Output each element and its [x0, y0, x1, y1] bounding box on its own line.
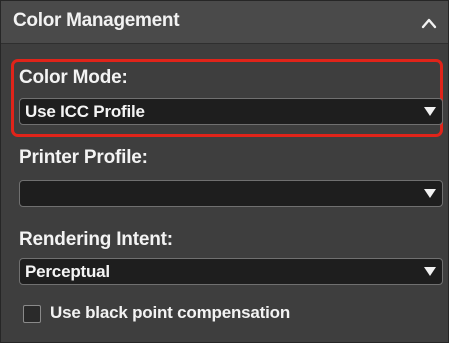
rendering-intent-label: Rendering Intent:	[19, 229, 173, 250]
color-mode-select[interactable]: Use ICC Profile	[19, 98, 443, 125]
printer-profile-label: Printer Profile:	[19, 147, 148, 168]
rendering-intent-select[interactable]: Perceptual	[19, 258, 443, 285]
panel-title: Color Management	[13, 10, 180, 31]
triangle-down-icon	[424, 267, 436, 276]
triangle-down-icon	[424, 189, 436, 198]
black-point-compensation-checkbox[interactable]	[23, 305, 41, 323]
color-management-panel: Color Management Color Mode: Use ICC Pro…	[0, 0, 449, 343]
triangle-down-icon	[424, 107, 436, 116]
chevron-up-icon[interactable]	[418, 12, 440, 34]
rendering-intent-value: Perceptual	[25, 262, 110, 281]
printer-profile-select[interactable]	[19, 180, 443, 207]
panel-header[interactable]: Color Management	[1, 1, 448, 44]
color-mode-value: Use ICC Profile	[25, 102, 145, 121]
color-mode-label: Color Mode:	[19, 67, 128, 88]
black-point-compensation-label: Use black point compensation	[50, 303, 291, 322]
